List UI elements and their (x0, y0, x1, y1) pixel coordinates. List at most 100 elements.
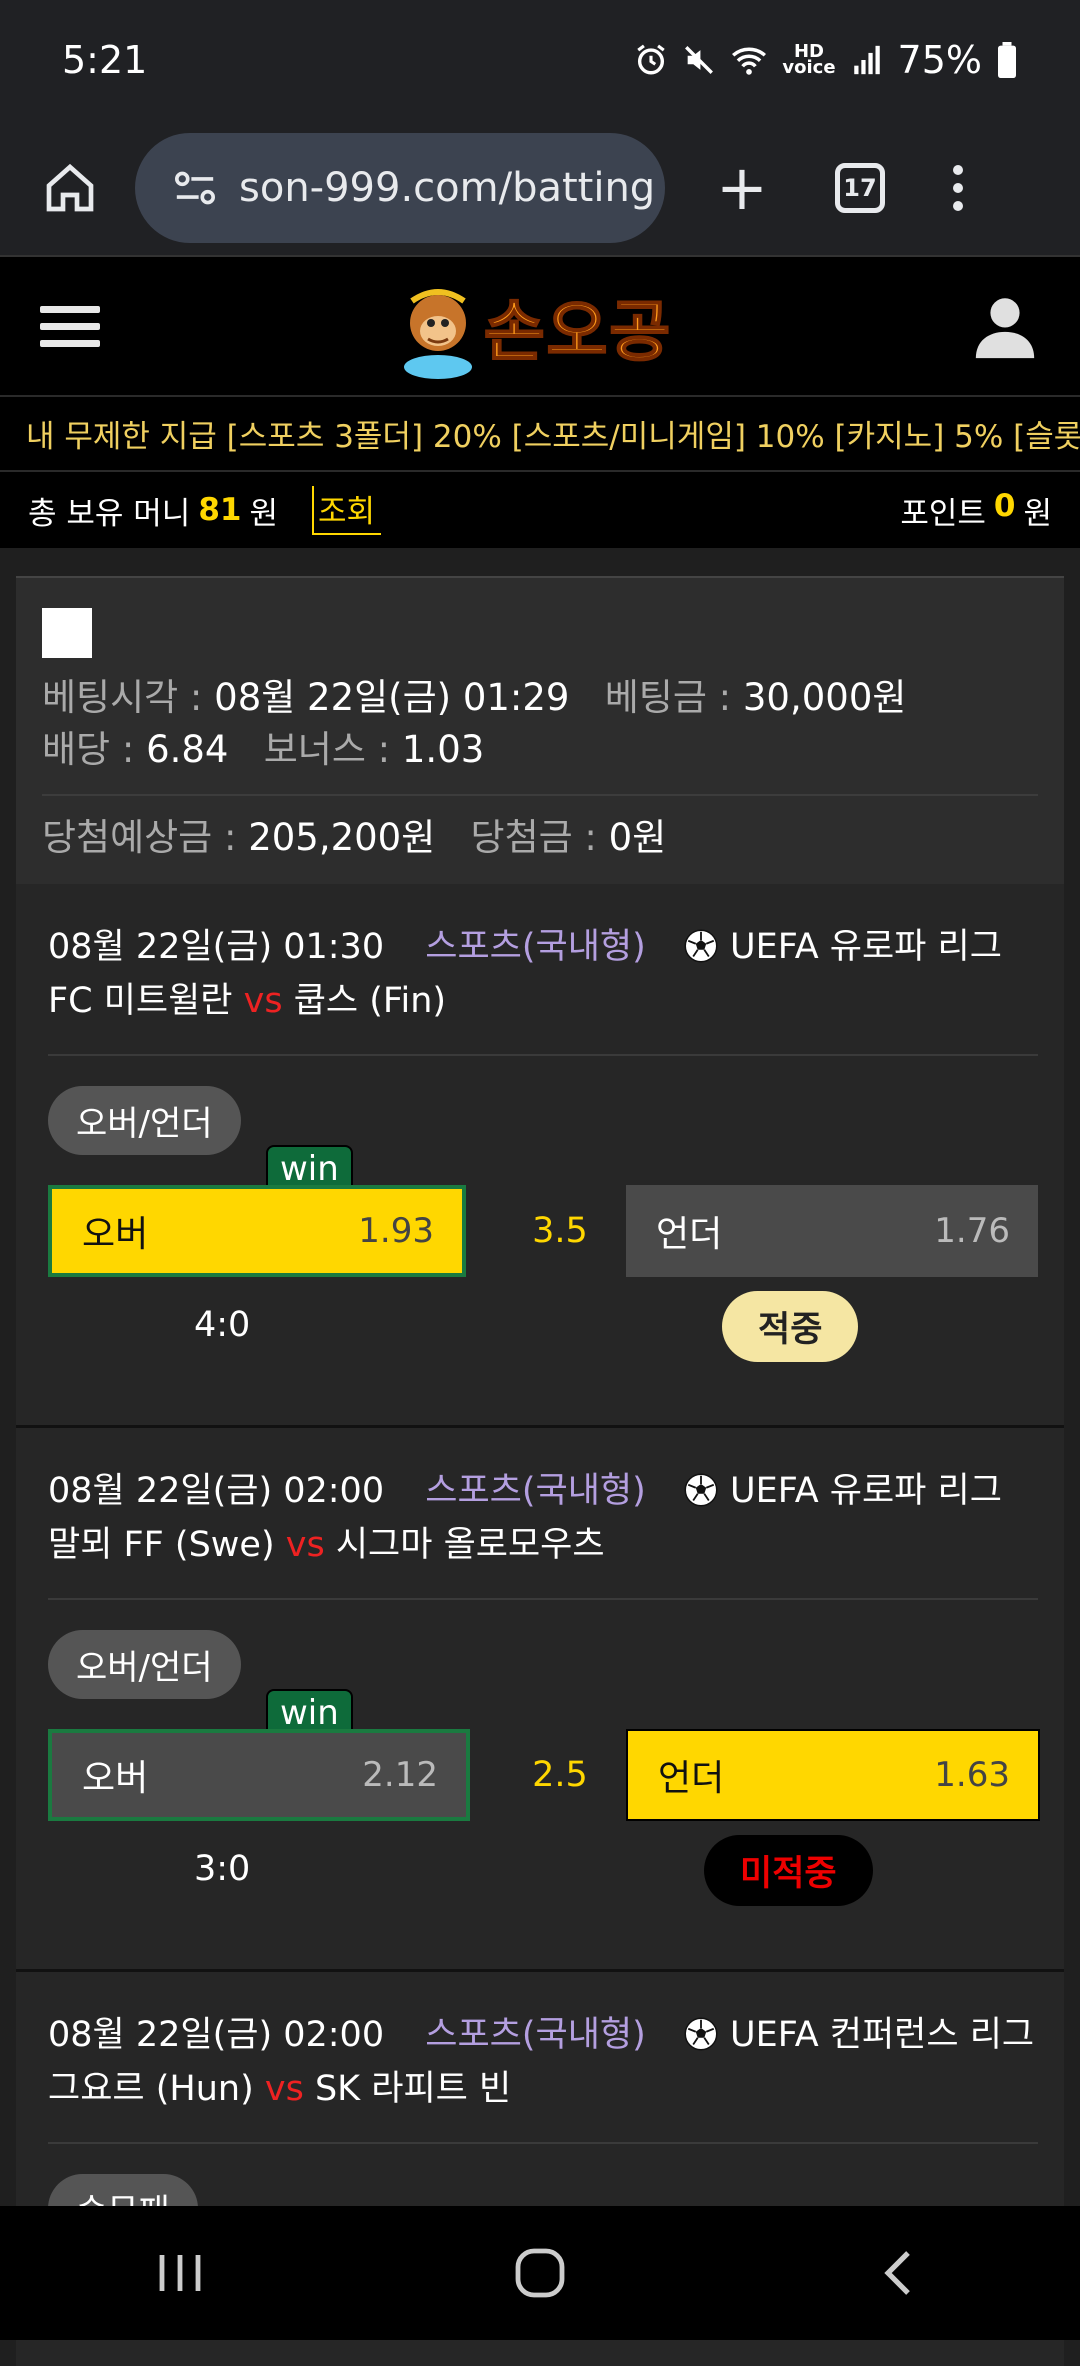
alarm-icon (637, 44, 666, 75)
recent-apps-icon[interactable] (150, 2248, 210, 2298)
home-icon (46, 163, 94, 211)
home-team: 그요르 (Hun) (48, 2069, 254, 2109)
promo-ticker: 내 무제한 지급 [스포츠 3폴더] 20% [스포츠/미니게임] 10% [카… (0, 395, 1080, 472)
match-category: 스포츠(국내형) (425, 2015, 646, 2055)
match-league: UEFA 유로파 리그 (730, 927, 1002, 967)
match-league: UEFA 컨퍼런스 리그 (730, 2015, 1035, 2055)
under-label: 언더 (656, 1214, 723, 1255)
over-option[interactable]: 오버 2.12 (48, 1729, 470, 1821)
match-league: UEFA 유로파 리그 (730, 1471, 1002, 1511)
bonus-value: 1.03 (401, 728, 485, 771)
address-bar[interactable]: son-999.com/batting (135, 132, 665, 243)
match-category: 스포츠(국내형) (425, 927, 646, 967)
bet-time-label: 베팅시각 : (42, 676, 203, 719)
browser-toolbar: son-999.com/batting + 17 (0, 120, 1080, 255)
status-bar: 5:21 HD voice 75% (0, 0, 1080, 120)
bonus-label: 보너스 : (263, 728, 391, 771)
bet-options-row: win 오버 2.12 2.5 언더 1.63 (48, 1689, 1040, 1829)
over-option[interactable]: 오버 1.93 (48, 1185, 466, 1277)
home-team: 말뫼 FF (Swe) (48, 1525, 275, 1565)
result-row: 4:0 적중 (48, 1285, 1038, 1415)
bet-amount-label: 베팅금 : (604, 676, 732, 719)
result-badge: 적중 (722, 1291, 859, 1362)
match-datetime: 08월 22일(금) 02:00 (48, 2015, 385, 2055)
odds-value: 6.84 (146, 728, 229, 771)
match-datetime: 08월 22일(금) 02:00 (48, 1471, 385, 1511)
points-label: 포인트 (900, 495, 986, 532)
user-account-icon[interactable] (970, 291, 1040, 361)
status-icons: HD voice 75% (634, 38, 1018, 82)
over-label: 오버 (82, 1214, 149, 1255)
mute-icon (685, 46, 714, 74)
result-badge: 미적중 (704, 1835, 873, 1906)
balance-value: 81 (198, 492, 242, 528)
bet-options-row: win 오버 1.93 3.5 언더 1.76 (48, 1145, 1038, 1285)
match-score: 3:0 (194, 1849, 251, 1889)
match-item: 08월 22일(금) 01:30 스포츠(국내형) UEFA 유로파 리그 FC… (16, 884, 1064, 1428)
points-unit: 원 (1023, 495, 1052, 532)
vs-label: vs (264, 2069, 304, 2109)
result-row: 3:0 미적중 (48, 1829, 1038, 1959)
url-text: son-999.com/batting (239, 164, 656, 211)
vs-label: vs (243, 981, 283, 1021)
over-odds: 2.12 (362, 1755, 438, 1795)
match-score: 4:0 (194, 1305, 251, 1345)
back-icon[interactable] (870, 2243, 930, 2303)
handicap-line: 3.5 (532, 1211, 588, 1251)
home-nav-icon[interactable] (510, 2243, 570, 2303)
tab-switcher-button[interactable]: 17 (835, 162, 885, 213)
match-item: 08월 22일(금) 02:00 스포츠(국내형) UEFA 유로파 리그 말뫼… (16, 1428, 1064, 1972)
under-option[interactable]: 언더 1.63 (626, 1729, 1040, 1821)
points-value: 0 (993, 487, 1016, 524)
system-nav-bar (0, 2206, 1080, 2340)
bet-amount-value: 30,000원 (742, 676, 907, 719)
away-team: SK 라피트 빈 (314, 2069, 512, 2109)
match-datetime: 08월 22일(금) 01:30 (48, 927, 385, 967)
bet-time-value: 08월 22일(금) 01:29 (214, 676, 570, 719)
odds-label: 배당 : (42, 728, 135, 771)
site-header: 손오공 (0, 255, 1080, 395)
monkey-mascot-icon (403, 289, 472, 379)
site-logo[interactable]: 손오공 (398, 271, 672, 381)
balance-unit: 원 (249, 495, 278, 532)
vs-label: vs (285, 1525, 325, 1565)
bet-history-card: 베팅시각 : 08월 22일(금) 01:29 베팅금 : 30,000원 배당… (16, 576, 1064, 2366)
over-label: 오버 (82, 1758, 149, 1799)
battery-icon (998, 42, 1016, 78)
bet-summary: 베팅시각 : 08월 22일(금) 01:29 베팅금 : 30,000원 배당… (16, 578, 1064, 884)
balance-label: 총 보유 머니 (28, 495, 191, 532)
market-type-badge: 오버/언더 (48, 1630, 241, 1699)
signal-icon (853, 45, 880, 75)
soccer-ball-icon (684, 2017, 718, 2051)
market-type-badge: 오버/언더 (48, 1086, 241, 1155)
under-odds: 1.76 (934, 1211, 1010, 1251)
site-settings-icon[interactable] (173, 168, 217, 208)
ticker-text: 내 무제한 지급 [스포츠 3폴더] 20% [스포츠/미니게임] 10% [카… (26, 419, 1080, 455)
under-odds: 1.63 (934, 1755, 1010, 1795)
select-checkbox[interactable] (42, 608, 92, 658)
inquire-button[interactable]: 조회 (311, 485, 382, 535)
wifi-icon (732, 47, 767, 75)
away-team: 시그마 올로모우츠 (335, 1525, 605, 1565)
handicap-line: 2.5 (532, 1755, 588, 1795)
home-button[interactable] (35, 153, 105, 223)
under-label: 언더 (658, 1758, 725, 1799)
menu-icon[interactable] (40, 305, 100, 347)
more-menu-button[interactable] (943, 164, 973, 211)
away-team: 쿱스 (Fin) (293, 981, 447, 1021)
hd-voice-icon: HD voice (782, 41, 836, 78)
logo-text: 손오공 (483, 292, 673, 371)
home-team: FC 미트윌란 (48, 981, 233, 1021)
match-category: 스포츠(국내형) (425, 1471, 646, 1511)
won-amount-label: 당첨금 : (470, 816, 597, 859)
status-time: 5:21 (62, 38, 148, 82)
won-amount-value: 0원 (608, 816, 667, 859)
battery-percent: 75% (897, 38, 982, 82)
over-odds: 1.93 (358, 1211, 434, 1251)
under-option[interactable]: 언더 1.76 (626, 1185, 1038, 1277)
new-tab-button[interactable]: + (707, 151, 777, 224)
expected-win-label: 당첨예상금 : (42, 816, 237, 859)
expected-win-value: 205,200원 (248, 816, 436, 859)
soccer-ball-icon (684, 929, 718, 963)
soccer-ball-icon (684, 1473, 718, 1507)
